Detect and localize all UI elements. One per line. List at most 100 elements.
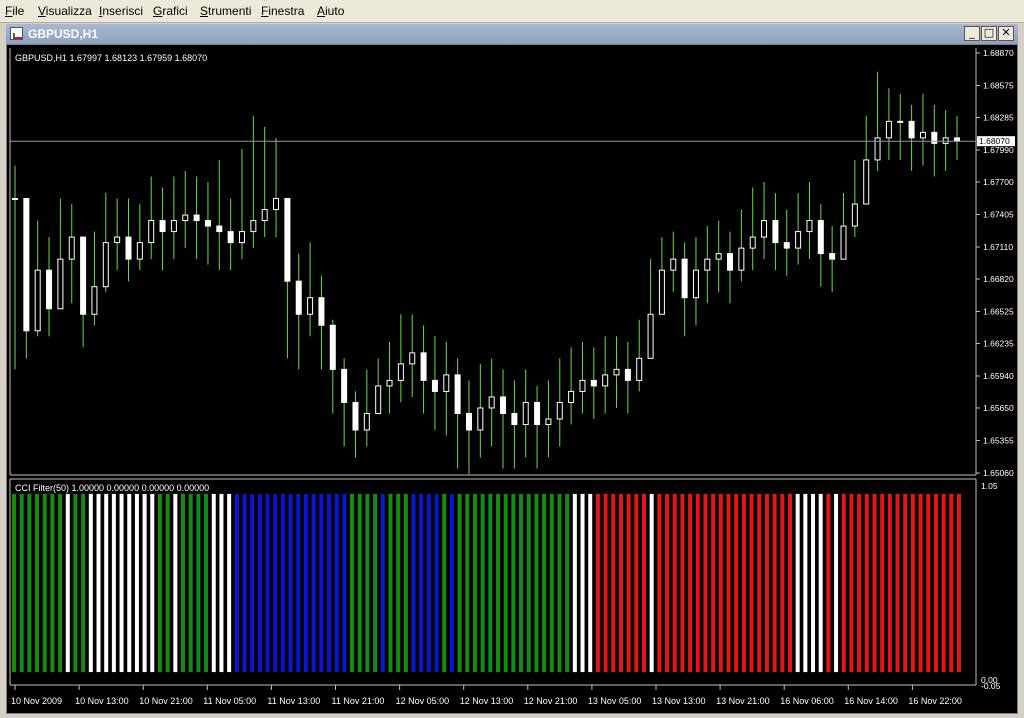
candle-body — [182, 214, 189, 222]
candle-body — [840, 225, 847, 260]
cci-bar — [27, 493, 32, 673]
cci-bar — [12, 493, 16, 673]
cci-bar — [311, 493, 316, 673]
candle-body — [261, 209, 268, 222]
cci-bar — [803, 493, 808, 673]
candle-body — [624, 368, 631, 381]
cci-bar — [465, 493, 470, 673]
candle-body — [193, 214, 200, 222]
menu-visualizza[interactable]: Visualizza — [38, 4, 92, 18]
indicator-panel-label: CCI Filter(50) 1.00000 0.00000 0.00000 0… — [15, 483, 209, 493]
price-panel-label: GBPUSD,H1 1.67997 1.68123 1.67959 1.6807… — [15, 53, 207, 63]
cci-bar — [818, 493, 823, 673]
cci-bar — [127, 493, 132, 673]
cci-bar — [672, 493, 677, 673]
cci-bar — [872, 493, 877, 673]
candle-body — [397, 363, 404, 381]
cci-bar — [280, 493, 285, 673]
candle-body — [420, 352, 427, 381]
time-axis: 10 Nov 2009 10 Nov 13:00 10 Nov 21:00 11 No… — [11, 685, 962, 706]
candle-body — [227, 231, 234, 244]
candle-body — [477, 407, 484, 431]
cci-bar — [342, 493, 347, 673]
price-tick-label: 1.65355 — [983, 435, 1014, 445]
cci-bar — [111, 493, 116, 673]
candle-body — [148, 220, 155, 244]
restore-button[interactable]: □ — [981, 26, 997, 41]
menu-strumenti[interactable]: Strumenti — [200, 4, 251, 18]
cci-bar — [757, 493, 762, 673]
menu-inserisci[interactable]: Inserisci — [99, 4, 143, 18]
price-tick-label: 1.68285 — [983, 112, 1014, 122]
indicator-axis-top: 1.05 — [981, 481, 998, 491]
cci-bar — [250, 493, 255, 673]
time-tick-label: 12 Nov 05:00 — [396, 696, 450, 706]
cci-bar — [634, 493, 639, 673]
minimize-button[interactable]: _ — [964, 26, 980, 41]
candle-body — [897, 120, 904, 123]
cci-bar — [319, 493, 324, 673]
cci-bar — [365, 493, 370, 673]
time-tick-label: 10 Nov 13:00 — [75, 696, 129, 706]
cci-bar — [519, 493, 524, 673]
time-tick-label: 16 Nov 14:00 — [844, 696, 898, 706]
price-tick-label: 1.68870 — [983, 48, 1014, 58]
cci-bar — [334, 493, 339, 673]
candle-body — [500, 396, 507, 414]
cci-bar — [42, 493, 47, 673]
candle-body — [545, 418, 552, 425]
chart-window-titlebar[interactable]: GBPUSD,H1 _ □ ✕ — [6, 24, 1018, 44]
cci-bar — [941, 493, 946, 673]
candle-body — [170, 220, 177, 233]
cci-bar — [918, 493, 923, 673]
cci-bars — [12, 493, 961, 673]
candle-body — [341, 368, 348, 403]
cci-bar — [680, 493, 685, 673]
cci-bar — [580, 493, 585, 673]
price-panel: GBPUSD,H1 1.67997 1.68123 1.67959 1.6807… — [9, 48, 1015, 478]
price-tick-label: 1.66235 — [983, 338, 1014, 348]
menu-file[interactable]: File — [5, 4, 24, 18]
cci-bar — [857, 493, 862, 673]
candle-body — [749, 236, 756, 249]
candle-body — [704, 258, 711, 271]
price-tick-label: 1.67990 — [983, 145, 1014, 155]
cci-bar — [565, 493, 570, 673]
menu-aiuto[interactable]: Aiuto — [317, 4, 344, 18]
cci-bar — [411, 493, 416, 673]
candle-body — [851, 203, 858, 227]
cci-bar — [442, 493, 447, 673]
cci-bar — [265, 493, 270, 673]
cci-bar — [549, 493, 554, 673]
cci-bar — [618, 493, 623, 673]
cci-bar — [695, 493, 700, 673]
candle-body — [307, 297, 314, 315]
cci-bar — [403, 493, 408, 673]
cci-bar — [496, 493, 501, 673]
menu-bar: File Visualizza Inserisci Grafici Strume… — [0, 0, 1024, 23]
candle-body — [658, 269, 665, 315]
price-tick-label: 1.67110 — [983, 242, 1013, 252]
cci-bar — [296, 493, 301, 673]
candle-body — [738, 247, 745, 271]
cci-bar — [526, 493, 531, 673]
menu-grafici[interactable]: Grafici — [153, 4, 188, 18]
cci-bar — [488, 493, 493, 673]
cci-bar — [749, 493, 754, 673]
candle-body — [919, 131, 926, 139]
chart-canvas[interactable]: GBPUSD,H1 1.67997 1.68123 1.67959 1.6807… — [7, 45, 1017, 713]
chart-window-icon — [10, 27, 23, 40]
cci-bar — [204, 493, 209, 673]
candle-body — [23, 198, 30, 332]
close-button[interactable]: ✕ — [998, 26, 1014, 41]
cci-bar — [841, 493, 846, 673]
cci-bar — [503, 493, 508, 673]
cci-bar — [949, 493, 954, 673]
candle-body — [522, 401, 529, 425]
cci-bar — [880, 493, 885, 673]
cci-bar — [19, 493, 24, 673]
cci-bar — [657, 493, 662, 673]
menu-finestra[interactable]: Finestra — [261, 4, 304, 18]
cci-bar — [611, 493, 616, 673]
cci-bar — [173, 493, 178, 673]
